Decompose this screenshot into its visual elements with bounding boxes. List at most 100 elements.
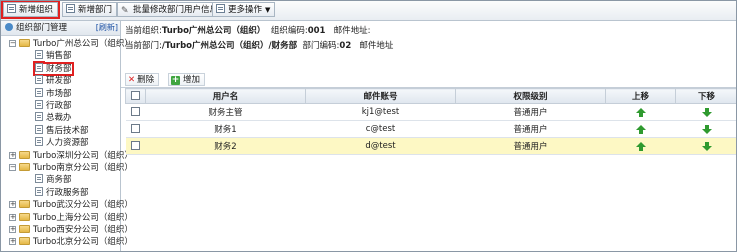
tree-node-label: Turbo广州总公司（组织）	[33, 39, 133, 49]
collapse-icon[interactable]: −	[9, 40, 16, 47]
folder-icon	[19, 150, 30, 159]
tree-dept-node[interactable]: 售后技术部	[35, 124, 89, 137]
folder-icon	[19, 39, 30, 47]
row-checkbox[interactable]	[131, 123, 140, 133]
cell-level: 普通用户	[455, 137, 606, 155]
move-up-icon[interactable]	[635, 125, 646, 134]
user-table: 用户名 邮件账号 权限级别 上移 下移 财务主管 kj1@test 普通用户 财…	[125, 88, 737, 155]
collapse-icon[interactable]: −	[9, 164, 16, 171]
tree-node-label: 财务部	[46, 63, 72, 74]
table-row[interactable]: 财务主管 kj1@test 普通用户	[125, 103, 737, 121]
tree-dept-node[interactable]: 商务部	[35, 174, 72, 186]
tree-node-label: Turbo上海分公司（组织）	[33, 212, 133, 223]
tree-org-node[interactable]: + Turbo西安分公司（组织）	[9, 224, 133, 236]
cell-email: kj1@test	[305, 103, 456, 121]
department-icon	[35, 100, 43, 109]
cell-level: 普通用户	[455, 120, 606, 138]
add-button[interactable]: + 增加	[168, 73, 206, 86]
department-icon	[35, 137, 43, 147]
main-toolbar: 新增组织 新增部门 ✎ 批量修改部门用户信息 更多操作 ▼	[0, 0, 737, 21]
tree-node-body: 售后技术部	[35, 124, 89, 136]
tree-node-label: 人力资源部	[46, 138, 89, 149]
document-icon	[216, 4, 225, 13]
expand-icon[interactable]: +	[9, 238, 16, 246]
select-all-checkbox[interactable]	[131, 90, 140, 100]
department-icon	[35, 124, 43, 134]
table-row[interactable]: 财务1 c@test 普通用户	[125, 120, 737, 138]
tree-node-body: Turbo上海分公司（组织）	[19, 212, 133, 223]
row-checkbox[interactable]	[131, 140, 140, 150]
tree-org-node[interactable]: + Turbo上海分公司（组织）	[9, 212, 133, 224]
tree-node-label: Turbo北京分公司（组织）	[33, 237, 133, 248]
current-org-name: Turbo广州总公司（组织）	[161, 26, 266, 36]
department-icon	[35, 50, 43, 60]
folder-icon	[19, 200, 30, 209]
delete-button[interactable]: ✕ 删除	[125, 73, 160, 86]
tree-dept-node[interactable]: 人力资源部	[35, 137, 89, 149]
move-up-icon[interactable]	[635, 108, 646, 117]
tree-node-body: Turbo南京分公司（组织）	[19, 163, 133, 173]
new-org-button[interactable]: 新增组织	[0, 0, 61, 19]
tree-org-node[interactable]: + Turbo北京分公司（组织）	[9, 236, 133, 248]
document-icon	[7, 4, 16, 13]
department-icon	[35, 174, 43, 184]
tree-node-body: Turbo武汉分公司（组织）	[19, 200, 133, 210]
tree-node-body: 财务部	[33, 61, 74, 76]
tree-dept-node[interactable]: 行政部	[35, 100, 72, 112]
tree-node-label: Turbo南京分公司（组织）	[33, 163, 133, 173]
tree-org-node[interactable]: + Turbo武汉分公司（组织）	[9, 199, 133, 211]
tree-node-label: Turbo西安分公司（组织）	[33, 225, 133, 235]
new-dept-button[interactable]: 新增部门	[62, 2, 118, 17]
move-down-icon[interactable]	[701, 108, 712, 117]
org-tree-header: 组织部门管理 [刷新]	[1, 21, 120, 36]
folder-icon	[19, 212, 30, 221]
row-checkbox[interactable]	[131, 106, 140, 116]
dept-code: 02	[339, 41, 352, 51]
tree-node-label: Turbo武汉分公司（组织）	[33, 200, 133, 211]
expand-icon[interactable]: +	[9, 213, 16, 221]
dropdown-arrow-icon: ▼	[265, 6, 271, 14]
tree-node-body: Turbo西安分公司（组织）	[19, 225, 133, 235]
tree-node-label: 行政服务部	[46, 187, 89, 198]
department-icon	[35, 75, 43, 85]
select-all-header[interactable]	[125, 88, 146, 104]
current-org-line: 当前组织:Turbo广州总公司（组织） 组织编码:001 邮件地址:	[125, 26, 371, 36]
expand-icon[interactable]: +	[9, 201, 16, 209]
tree-org-node[interactable]: − Turbo广州总公司（组织）	[9, 38, 133, 50]
refresh-link[interactable]: [刷新]	[96, 21, 118, 35]
expand-icon[interactable]: +	[9, 226, 16, 233]
tree-node-body: 销售部	[35, 50, 72, 61]
org-icon	[5, 23, 13, 31]
batch-edit-button[interactable]: ✎ 批量修改部门用户信息	[117, 2, 224, 17]
column-header: 邮件账号	[305, 88, 456, 104]
table-header: 用户名 邮件账号 权限级别 上移 下移	[125, 88, 737, 104]
expand-icon[interactable]: +	[9, 151, 16, 159]
tree-dept-node[interactable]: 研发部	[35, 75, 72, 87]
more-actions-button[interactable]: 更多操作 ▼	[212, 2, 276, 17]
tree-dept-node[interactable]: 总裁办	[35, 112, 72, 124]
tree-node-body: 研发部	[35, 75, 72, 86]
table-row[interactable]: 财务2 d@test 普通用户	[125, 137, 737, 155]
move-up-icon[interactable]	[635, 142, 646, 151]
org-tree-panel: 组织部门管理 [刷新] − Turbo广州总公司（组织） 销售部财务部 研发部市场部行…	[1, 21, 133, 252]
tree-dept-node[interactable]: 行政服务部	[35, 186, 89, 199]
tree-node-label: 商务部	[46, 175, 72, 186]
tree-dept-node[interactable]: 市场部	[35, 87, 72, 100]
tree-org-node[interactable]: − Turbo南京分公司（组织）	[9, 162, 133, 174]
current-dept-path: /Turbo广州总公司（组织）/财务部	[161, 41, 298, 51]
cell-username: 财务主管	[145, 103, 306, 121]
tree-node-label: 市场部	[46, 88, 72, 99]
tree-dept-node[interactable]: 销售部	[35, 50, 72, 62]
folder-icon	[19, 225, 30, 233]
cell-email: d@test	[305, 137, 456, 155]
tree-node-body: 商务部	[35, 174, 72, 186]
tree-node-label: 售后技术部	[46, 125, 89, 136]
tree-node-body: 人力资源部	[35, 137, 89, 149]
tree-node-label: 行政部	[46, 101, 72, 111]
tree-org-node[interactable]: + Turbo深圳分公司（组织）	[9, 150, 133, 162]
tree-dept-node[interactable]: 财务部	[33, 61, 74, 76]
move-down-icon[interactable]	[701, 125, 712, 134]
detail-panel: 当前组织:Turbo广州总公司（组织） 组织编码:001 邮件地址: 当前部门:…	[121, 21, 737, 252]
move-down-icon[interactable]	[701, 142, 712, 151]
tree-node-body: Turbo北京分公司（组织）	[19, 237, 133, 247]
